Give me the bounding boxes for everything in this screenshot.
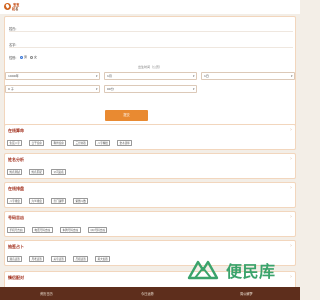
gender-label: 性别:: [9, 56, 17, 60]
minute-select[interactable]: 00分 ▾: [104, 85, 197, 93]
tag-item[interactable]: QQ号码吉凶: [88, 227, 108, 233]
section-fortune: 在线算命 › 生辰八字 日干论命 称骨论命 三世书签 八字精批 金木流年: [4, 124, 296, 150]
tag-item[interactable]: 车牌号码吉凶: [60, 227, 81, 233]
tag-item[interactable]: 关帝灵签: [51, 256, 67, 262]
watermark-text: 便民库: [226, 262, 276, 281]
chevron-down-icon: ▾: [95, 87, 98, 91]
chevron-down-icon: ▾: [192, 74, 195, 78]
gender-male-label: 男: [24, 55, 28, 59]
section-number-luck: 号码吉凶 › 手机号吉凶 电话号码吉凶 车牌号码吉凶 QQ号码吉凶: [4, 211, 296, 237]
tag-item[interactable]: 观音灵签: [7, 256, 23, 262]
tag-item[interactable]: 紫微斗数: [73, 198, 89, 204]
watermark-logo-icon: [187, 260, 219, 280]
tag-item[interactable]: 姓名匹配: [29, 169, 45, 175]
tag-item[interactable]: 吕祖灵签: [73, 256, 89, 262]
section-title: 在线算命: [8, 128, 24, 133]
tag-item[interactable]: 八字排盘: [7, 198, 23, 204]
app-header: 宝宝 起名: [0, 0, 300, 14]
tag-item[interactable]: 黄大仙签: [95, 256, 111, 262]
section-chart-casting: 在线排盘 › 八字排盘 六爻排盘 奇门遁甲 紫微斗数: [4, 182, 296, 208]
chevron-down-icon: ▾: [192, 87, 195, 91]
section-title: 在线排盘: [8, 186, 24, 191]
year-select[interactable]: 1990年 ▾: [5, 72, 100, 80]
section-title: 抽签占卜: [8, 244, 24, 249]
logo-icon[interactable]: [4, 3, 11, 10]
tag-item[interactable]: 生辰八字: [7, 140, 23, 146]
section-title: 号码吉凶: [8, 215, 24, 220]
gender-female-radio[interactable]: [30, 55, 34, 59]
watermark: 便民库: [186, 258, 294, 284]
tag-item[interactable]: 月老灵签: [29, 256, 45, 262]
section-name-analysis: 姓名分析 › 姓名测试 姓名匹配 公司起名: [4, 153, 296, 179]
footer-link-fortune[interactable]: 今日运势: [141, 291, 154, 296]
section-title: 情侣配对: [8, 275, 24, 280]
tag-item[interactable]: 手机号吉凶: [7, 227, 25, 233]
tag-item[interactable]: 三世书签: [73, 140, 89, 146]
chevron-right-icon[interactable]: ›: [290, 156, 292, 162]
tag-item[interactable]: 金木流年: [117, 140, 133, 146]
logo-text-bottom: 起名: [12, 7, 19, 11]
month-select[interactable]: 1月 ▾: [104, 72, 197, 80]
tag-item[interactable]: 电话号码吉凶: [32, 227, 53, 233]
tag-item[interactable]: 奇门遁甲: [51, 198, 67, 204]
tag-item[interactable]: 六爻排盘: [29, 198, 45, 204]
footer-link-calendar[interactable]: 黄历日历: [40, 291, 53, 296]
footer-nav: 黄历日历 今日运势 周公解梦: [0, 287, 300, 300]
section-title: 姓名分析: [8, 157, 24, 162]
chevron-down-icon: ▾: [95, 74, 98, 78]
gender-male-radio[interactable]: [20, 55, 24, 59]
naming-form: 姓氏: 名字: 性别: 男 女 出生时间（公历） 1990年 ▾ 1月 ▾ 1日 ▾ …: [4, 16, 296, 128]
surname-input[interactable]: [9, 31, 293, 32]
name-input[interactable]: [9, 47, 293, 48]
tag-item[interactable]: 日干论命: [29, 140, 45, 146]
tag-item[interactable]: 称骨论命: [51, 140, 67, 146]
submit-button[interactable]: 提交: [105, 110, 148, 121]
tag-item[interactable]: 姓名测试: [7, 169, 23, 175]
footer-link-dreams[interactable]: 周公解梦: [240, 291, 253, 296]
gender-female-label: 女: [34, 55, 38, 59]
chevron-right-icon[interactable]: ›: [290, 127, 292, 133]
tag-item[interactable]: 公司起名: [51, 169, 67, 175]
chevron-right-icon[interactable]: ›: [290, 214, 292, 220]
chevron-right-icon[interactable]: ›: [290, 185, 292, 191]
chevron-right-icon[interactable]: ›: [290, 243, 292, 249]
chevron-down-icon: ▾: [290, 74, 293, 78]
tag-item[interactable]: 八字精批: [95, 140, 111, 146]
birth-date-label: 出生时间（公历）: [138, 65, 163, 69]
hour-select[interactable]: 0 子 ▾: [5, 85, 100, 93]
day-select[interactable]: 1日 ▾: [201, 72, 295, 80]
